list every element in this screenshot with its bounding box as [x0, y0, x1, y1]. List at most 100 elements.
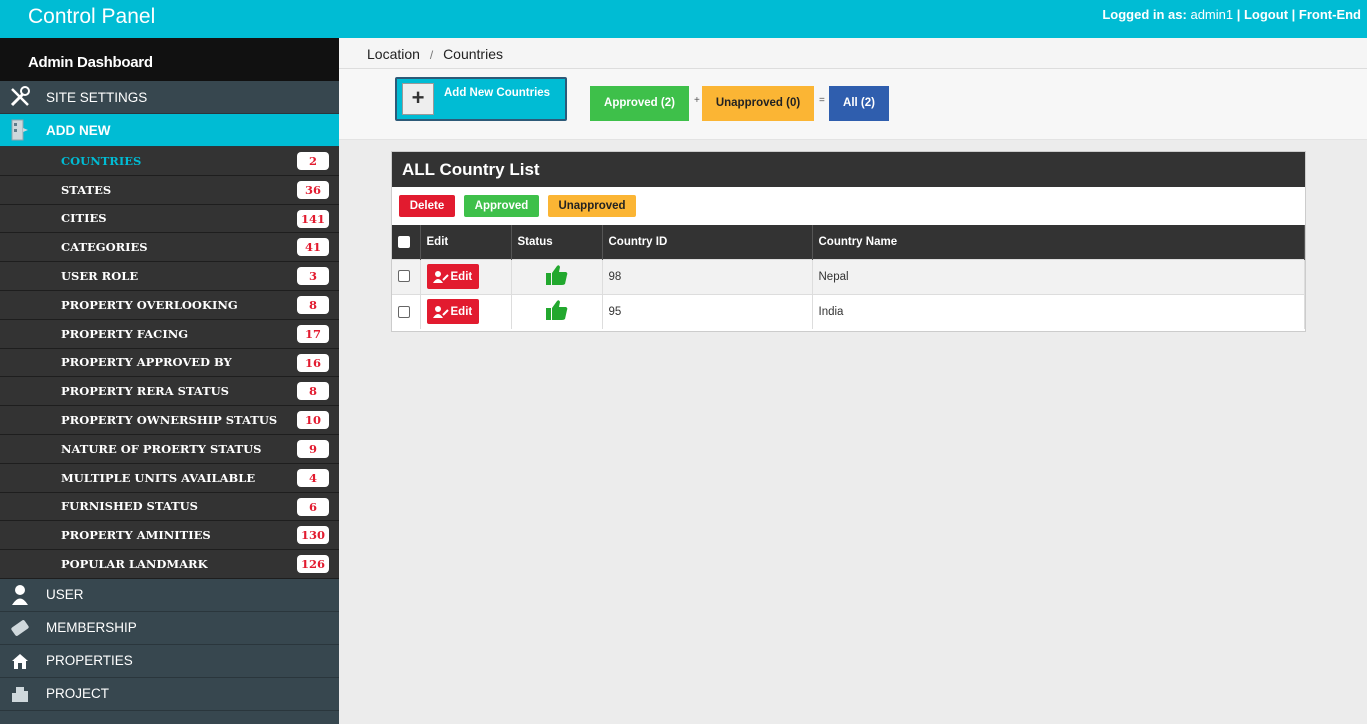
- building-icon: [8, 682, 32, 706]
- country-name: Nepal: [812, 259, 1305, 294]
- sub-item-label: STATES: [61, 182, 112, 197]
- sub-item-label: PROPERTY AMINITIES: [61, 528, 211, 543]
- document-add-icon: [8, 118, 32, 142]
- sidebar-sub-item[interactable]: STATES 36: [0, 175, 339, 205]
- sidebar-sub-item[interactable]: CITIES 141: [0, 204, 339, 234]
- count-badge: 17: [297, 324, 329, 343]
- username: admin1: [1190, 7, 1234, 22]
- add-new-countries-button[interactable]: + Add New Countries: [395, 77, 567, 121]
- sub-item-label: PROPERTY OVERLOOKING: [61, 297, 238, 312]
- column-header: Edit: [420, 225, 512, 259]
- sub-item-label: PROPERTY OWNERSHIP STATUS: [61, 413, 278, 428]
- breadcrumb: Location / Countries: [339, 38, 1367, 69]
- sidebar-item-add-new[interactable]: ADD NEW: [0, 114, 339, 147]
- sidebar-sub-item[interactable]: COUNTRIES 2: [0, 147, 339, 176]
- sidebar-item-user[interactable]: USER: [0, 578, 339, 612]
- sidebar-item-label: PROPERTIES: [46, 653, 133, 669]
- sub-item-label: PROPERTY FACING: [61, 326, 189, 341]
- country-table: Edit Status Country ID Country Name Edit…: [392, 225, 1305, 329]
- table-row: Edit 98 Nepal: [392, 259, 1305, 294]
- bulk-actions: Delete Approved Unapproved: [392, 187, 1305, 225]
- plus-icon: +: [402, 83, 434, 115]
- all-filter-button[interactable]: All (2): [829, 86, 889, 121]
- user-edit-icon: [432, 305, 449, 318]
- sidebar-item-label: ADD NEW: [46, 122, 111, 138]
- sidebar-sub-item[interactable]: USER ROLE 3: [0, 262, 339, 291]
- sidebar: Admin Dashboard SITE SETTINGS ADD NEW CO…: [0, 38, 339, 724]
- sidebar-item-project[interactable]: PROJECT: [0, 677, 339, 711]
- table-header-row: Edit Status Country ID Country Name: [392, 225, 1305, 259]
- user-info: Logged in as: admin1 | Logout | Front-En…: [1102, 7, 1361, 22]
- count-badge: 8: [297, 295, 329, 314]
- column-header: Status: [511, 225, 603, 259]
- sidebar-sub-item[interactable]: CATEGORIES 41: [0, 233, 339, 263]
- row-checkbox[interactable]: [398, 305, 410, 318]
- edit-label: Edit: [450, 305, 473, 318]
- sidebar-sub-item[interactable]: PROPERTY APPROVED BY 16: [0, 348, 339, 378]
- tools-icon: [8, 85, 32, 109]
- edit-button[interactable]: Edit: [426, 299, 480, 325]
- count-badge: 141: [297, 209, 329, 228]
- sidebar-item-site-settings[interactable]: SITE SETTINGS: [0, 81, 339, 114]
- logout-link[interactable]: Logout: [1244, 7, 1288, 22]
- sidebar-sub-item[interactable]: FURNISHED STATUS 6: [0, 492, 339, 522]
- table-row: Edit 95 India: [392, 294, 1305, 329]
- add-new-label: Add New Countries: [444, 87, 551, 99]
- user-edit-icon: [432, 270, 449, 283]
- card-icon: [8, 616, 32, 640]
- approved-filter-button[interactable]: Approved (2): [590, 86, 689, 121]
- sub-item-label: POPULAR LANDMARK: [61, 557, 208, 572]
- frontend-link[interactable]: Front-End: [1299, 7, 1361, 22]
- sidebar-sub-item[interactable]: PROPERTY OWNERSHIP STATUS 10: [0, 406, 339, 435]
- select-all-checkbox[interactable]: [398, 235, 410, 248]
- count-badge: 130: [297, 526, 329, 545]
- sidebar-sub-item[interactable]: NATURE OF PROERTY STATUS 9: [0, 434, 339, 464]
- count-badge: 6: [297, 497, 329, 516]
- house-icon: [8, 649, 32, 673]
- sidebar-sub-item[interactable]: PROPERTY FACING 17: [0, 319, 339, 349]
- sub-item-label: PROPERTY RERA STATUS: [61, 384, 229, 399]
- sidebar-sub-item[interactable]: MULTIPLE UNITS AVAILABLE 4: [0, 463, 339, 493]
- sub-item-label: FURNISHED STATUS: [61, 499, 198, 514]
- count-badge: 16: [297, 353, 329, 372]
- sidebar-sub-item[interactable]: PROPERTY RERA STATUS 8: [0, 377, 339, 407]
- country-name: India: [812, 294, 1305, 329]
- breadcrumb-separator: /: [429, 48, 434, 62]
- count-badge: 8: [297, 382, 329, 401]
- breadcrumb-parent[interactable]: Location: [367, 46, 420, 62]
- sidebar-item-label: SITE SETTINGS: [46, 89, 148, 105]
- column-header: Country Name: [812, 225, 1305, 259]
- country-id: 98: [602, 259, 813, 294]
- edit-button[interactable]: Edit: [426, 264, 480, 289]
- edit-label: Edit: [450, 270, 473, 283]
- approve-button[interactable]: Approved: [464, 195, 539, 217]
- sub-item-label: MULTIPLE UNITS AVAILABLE: [61, 470, 256, 485]
- sidebar-item-properties[interactable]: PROPERTIES: [0, 644, 339, 678]
- unapproved-filter-button[interactable]: Unapproved (0): [702, 86, 814, 121]
- sidebar-item-label: MEMBERSHIP: [46, 620, 137, 636]
- thumbs-up-icon[interactable]: [545, 265, 569, 289]
- count-badge: 4: [297, 468, 329, 487]
- count-badge: 3: [297, 267, 329, 286]
- sidebar-sub-item[interactable]: POPULAR LANDMARK 126: [0, 550, 339, 579]
- user-icon: [8, 583, 32, 607]
- column-header: Country ID: [602, 225, 813, 259]
- select-all-cell: [392, 225, 421, 259]
- unapprove-button[interactable]: Unapproved: [548, 195, 636, 217]
- count-badge: 36: [297, 180, 329, 199]
- row-checkbox[interactable]: [398, 270, 410, 283]
- sidebar-sub-item[interactable]: PROPERTY OVERLOOKING 8: [0, 290, 339, 320]
- app-title: Control Panel: [28, 5, 156, 28]
- count-badge: 41: [297, 238, 329, 257]
- equals-operator: =: [819, 95, 825, 106]
- count-badge: 2: [297, 152, 329, 170]
- sidebar-item-label: PROJECT: [46, 686, 110, 702]
- thumbs-up-icon[interactable]: [545, 300, 569, 324]
- delete-button[interactable]: Delete: [399, 195, 455, 217]
- country-list-panel: ALL Country List Delete Approved Unappro…: [391, 151, 1306, 332]
- sidebar-sub-item[interactable]: PROPERTY AMINITIES 130: [0, 521, 339, 551]
- action-bar: + Add New Countries Approved (2) + Unapp…: [339, 69, 1367, 140]
- sub-item-label: NATURE OF PROERTY STATUS: [61, 441, 262, 456]
- sidebar-item-membership[interactable]: MEMBERSHIP: [0, 611, 339, 645]
- sub-item-label: PROPERTY APPROVED BY: [61, 355, 232, 370]
